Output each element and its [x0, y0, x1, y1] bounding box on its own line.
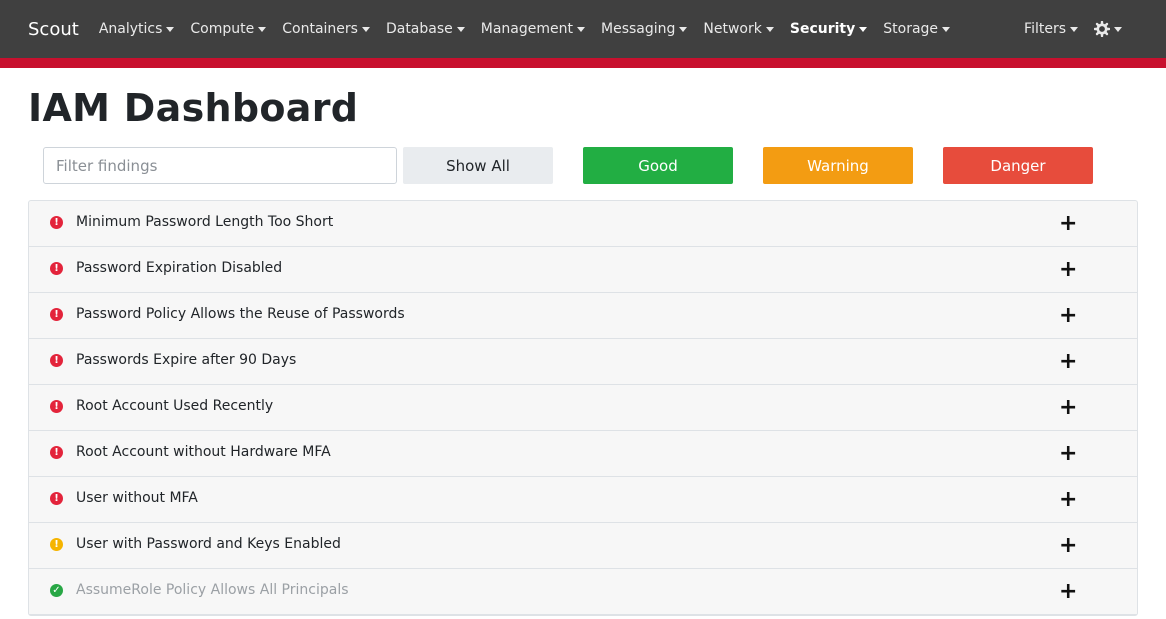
findings-list: ! Minimum Password Length Too Short +! Pass…	[28, 200, 1138, 616]
nav-item-label: Database	[385, 21, 453, 37]
nav-item-label: Management	[480, 21, 573, 37]
chevron-down-icon	[765, 26, 774, 32]
gear-icon	[1094, 21, 1110, 37]
finding-row[interactable]: ! Passwords Expire after 90 Days +	[29, 339, 1137, 385]
top-navbar: Scout Analytics Compute Containers Database…	[0, 0, 1166, 68]
exclamation-circle-icon: !	[50, 216, 63, 229]
finding-row[interactable]: ! Minimum Password Length Too Short +	[29, 201, 1137, 247]
plus-icon[interactable]: +	[1059, 351, 1077, 373]
exclamation-circle-icon: !	[50, 492, 63, 505]
page-title: IAM Dashboard	[28, 86, 359, 130]
plus-icon[interactable]: +	[1059, 213, 1077, 235]
nav-item-compute[interactable]: Compute	[182, 21, 274, 37]
settings-menu[interactable]	[1086, 21, 1130, 37]
danger-filter-button[interactable]: Danger	[943, 147, 1093, 184]
warning-filter-button[interactable]: Warning	[763, 147, 913, 184]
filters-menu[interactable]: Filters	[1016, 21, 1086, 37]
finding-title: AssumeRole Policy Allows All Principals	[76, 582, 349, 598]
exclamation-circle-icon: !	[50, 262, 63, 275]
finding-row[interactable]: ! Password Policy Allows the Reuse of Pas…	[29, 293, 1137, 339]
exclamation-circle-icon: !	[50, 538, 63, 551]
plus-icon[interactable]: +	[1059, 581, 1077, 603]
finding-title: User with Password and Keys Enabled	[76, 536, 341, 552]
exclamation-circle-icon: !	[50, 354, 63, 367]
exclamation-circle-icon: !	[50, 400, 63, 413]
plus-icon[interactable]: +	[1059, 489, 1077, 511]
chevron-down-icon	[166, 26, 175, 32]
exclamation-circle-icon: !	[50, 446, 63, 459]
plus-icon[interactable]: +	[1059, 397, 1077, 419]
finding-title: Root Account without Hardware MFA	[76, 444, 331, 460]
nav-item-analytics[interactable]: Analytics	[91, 21, 183, 37]
nav-item-database[interactable]: Database	[378, 21, 473, 37]
filter-bar: Show All Good Warning Danger	[43, 147, 1103, 184]
nav-item-security[interactable]: Security	[782, 21, 875, 37]
finding-title: Password Expiration Disabled	[76, 260, 283, 276]
finding-title: Minimum Password Length Too Short	[76, 214, 334, 230]
nav-item-label: Compute	[190, 21, 255, 37]
plus-icon[interactable]: +	[1059, 535, 1077, 557]
nav-menu: Analytics Compute Containers Database Manage…	[91, 21, 958, 37]
finding-row[interactable]: ! User without MFA +	[29, 477, 1137, 523]
nav-item-label: Network	[703, 21, 762, 37]
chevron-down-icon	[679, 26, 688, 32]
nav-item-label: Messaging	[601, 21, 676, 37]
finding-row[interactable]: ✓ AssumeRole Policy Allows All Principals…	[29, 569, 1137, 615]
finding-row[interactable]: ! User with Password and Keys Enabled +	[29, 523, 1137, 569]
chevron-down-icon	[577, 26, 585, 32]
chevron-down-icon	[456, 26, 465, 32]
finding-row[interactable]: ! Root Account Used Recently +	[29, 385, 1137, 431]
nav-item-network[interactable]: Network	[695, 21, 781, 37]
check-circle-icon: ✓	[50, 584, 63, 597]
plus-icon[interactable]: +	[1059, 305, 1077, 327]
filter-findings-input[interactable]	[43, 147, 397, 184]
brand-logo[interactable]: Scout	[28, 19, 79, 40]
chevron-down-icon	[859, 26, 868, 32]
chevron-down-icon	[361, 26, 370, 32]
plus-icon[interactable]: +	[1059, 443, 1077, 465]
finding-row[interactable]: ! Password Expiration Disabled +	[29, 247, 1137, 293]
good-filter-button[interactable]: Good	[583, 147, 733, 184]
chevron-down-icon	[1114, 26, 1122, 32]
finding-row[interactable]: ! Root Account without Hardware MFA +	[29, 431, 1137, 477]
chevron-down-icon	[942, 26, 951, 32]
nav-item-containers[interactable]: Containers	[274, 21, 378, 37]
nav-item-storage[interactable]: Storage	[875, 21, 958, 37]
nav-item-messaging[interactable]: Messaging	[593, 21, 695, 37]
show-all-button[interactable]: Show All	[403, 147, 553, 184]
nav-item-label: Storage	[883, 21, 939, 37]
finding-title: Root Account Used Recently	[76, 398, 274, 414]
finding-title: Password Policy Allows the Reuse of Pass…	[76, 306, 405, 322]
exclamation-circle-icon: !	[50, 308, 63, 321]
chevron-down-icon	[1070, 26, 1078, 32]
finding-title: Passwords Expire after 90 Days	[76, 352, 297, 368]
nav-item-label: Security	[789, 21, 856, 37]
plus-icon[interactable]: +	[1059, 259, 1077, 281]
chevron-down-icon	[258, 26, 267, 32]
nav-right: Filters	[1016, 0, 1130, 58]
finding-title: User without MFA	[76, 490, 198, 506]
nav-item-label: Analytics	[98, 21, 163, 37]
nav-item-management[interactable]: Management	[473, 21, 593, 37]
filters-menu-label: Filters	[1024, 21, 1066, 37]
nav-item-label: Containers	[282, 21, 358, 37]
